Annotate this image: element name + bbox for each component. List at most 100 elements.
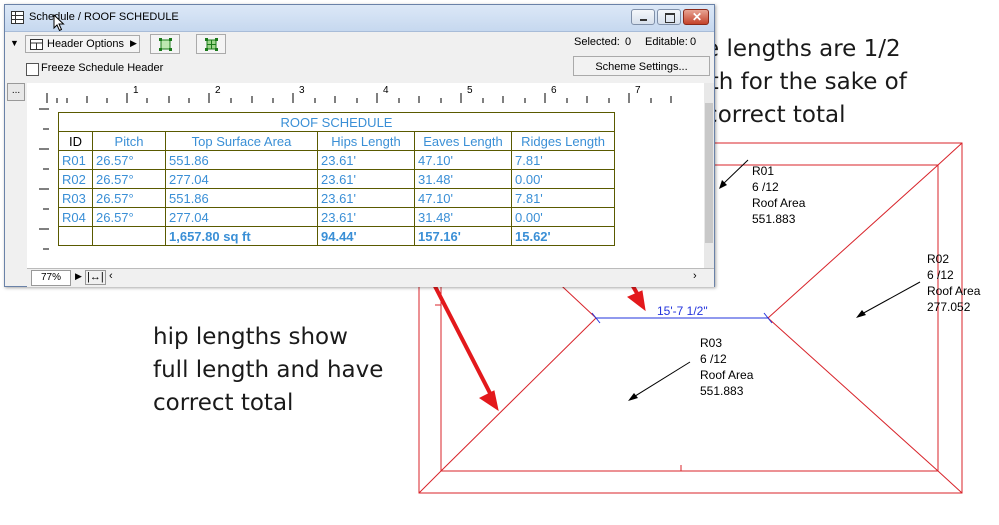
label-leader <box>721 159 749 186</box>
table-row[interactable]: R02 26.57° 277.04 23.61' 31.48' 0.00' <box>58 169 615 189</box>
cell-hips[interactable]: 23.61' <box>317 188 415 208</box>
column-header[interactable]: Ridges Length <box>511 131 615 151</box>
cell-ridges[interactable]: 7.81' <box>511 150 615 170</box>
cell-total-hips[interactable]: 94.44' <box>317 226 415 246</box>
ruler-number: 3 <box>299 85 305 96</box>
cell-id[interactable]: R04 <box>58 207 93 227</box>
roof-area-label: Roof Area <box>700 368 754 382</box>
header-options-dropdown[interactable]: Header Options ▶ <box>25 35 140 53</box>
selected-value: 0 <box>625 36 632 48</box>
table-row[interactable]: R01 26.57° 551.86 23.61' 47.10' 7.81' <box>58 150 615 170</box>
cell-eaves[interactable]: 47.10' <box>414 188 512 208</box>
cell-id[interactable]: R02 <box>58 169 93 189</box>
column-header[interactable]: Eaves Length <box>414 131 512 151</box>
close-icon: ✕ <box>692 10 703 24</box>
ruler-number: 2 <box>215 85 221 96</box>
roof-id: R03 <box>700 336 723 350</box>
freeze-header-checkbox[interactable] <box>26 63 39 76</box>
scheme-settings-label: Scheme Settings... <box>595 61 688 73</box>
ruler-number: 4 <box>383 85 389 96</box>
cell-pitch[interactable]: 26.57° <box>92 150 166 170</box>
cell-eaves[interactable]: 31.48' <box>414 169 512 189</box>
cell-ridges[interactable]: 0.00' <box>511 207 615 227</box>
cell-id[interactable]: R01 <box>58 150 93 170</box>
scheme-settings-button[interactable]: Scheme Settings... <box>573 56 710 76</box>
hip-annotation-line: full length and have <box>153 357 384 383</box>
fit-width-icon[interactable]: |↔| <box>85 270 106 285</box>
column-header[interactable]: Top Surface Area <box>165 131 318 151</box>
cell-total-ridges[interactable]: 15.62' <box>511 226 615 246</box>
zoom-field[interactable]: 77% <box>31 270 71 286</box>
corner-line <box>937 142 963 166</box>
cell-hips[interactable]: 23.61' <box>317 150 415 170</box>
vertical-ruler-ticks <box>39 108 49 250</box>
roof-label-r02: R02 6 /12 Roof Area 277.052 <box>927 251 980 315</box>
cell-id[interactable]: R03 <box>58 188 93 208</box>
cell-area[interactable]: 551.86 <box>165 188 318 208</box>
schedule-window[interactable]: Schedule / ROOF SCHEDULE ✕ ▼ Header Opti… <box>4 4 715 287</box>
vertical-ruler <box>27 103 50 268</box>
hip-annotation-line: hip lengths show <box>153 324 348 350</box>
zoom-menu-arrow-icon[interactable]: ▶ <box>75 271 82 282</box>
roof-pitch: 6 /12 <box>752 180 779 194</box>
cell-total-empty <box>58 226 93 246</box>
close-button[interactable]: ✕ <box>683 9 709 25</box>
ruler-corner-button[interactable]: ... <box>7 83 25 101</box>
select-all-button[interactable] <box>196 34 226 54</box>
roof-label-r01: R01 6 /12 Roof Area 551.883 <box>752 163 805 227</box>
column-header[interactable]: ID <box>58 131 93 151</box>
horizontal-ruler: 1 2 3 4 5 6 7 <box>27 83 709 104</box>
select-cell-icon <box>159 38 172 51</box>
cell-area[interactable]: 277.04 <box>165 169 318 189</box>
cell-total-area[interactable]: 1,657.80 sq ft <box>165 226 318 246</box>
column-header[interactable]: Hips Length <box>317 131 415 151</box>
vertical-scroll-thumb[interactable] <box>705 103 713 243</box>
cell-eaves[interactable]: 31.48' <box>414 207 512 227</box>
table-row[interactable]: R03 26.57° 551.86 23.61' 47.10' 7.81' <box>58 188 615 208</box>
cell-ridges[interactable]: 0.00' <box>511 169 615 189</box>
toolbar-menu-arrow-icon[interactable]: ▼ <box>10 38 19 48</box>
zoom-value: 77% <box>40 272 61 283</box>
cell-area[interactable]: 277.04 <box>165 207 318 227</box>
maximize-icon <box>665 13 675 23</box>
totals-row[interactable]: 1,657.80 sq ft 94.44' 157.16' 15.62' <box>58 226 615 246</box>
maximize-button[interactable] <box>657 9 681 25</box>
select-all-icon <box>205 38 218 51</box>
ruler-number: 5 <box>467 85 473 96</box>
cell-pitch[interactable]: 26.57° <box>92 188 166 208</box>
ridge-dimension-text: 15'-7 1/2" <box>657 304 708 318</box>
ruler-more-label: ... <box>11 85 21 96</box>
editable-value: 0 <box>690 36 697 48</box>
column-header[interactable]: Pitch <box>92 131 166 151</box>
hip-annotation: hip lengths show full length and have co… <box>153 321 383 420</box>
select-cell-button[interactable] <box>150 34 180 54</box>
hip-annotation-line: correct total <box>153 390 294 416</box>
roof-id: R01 <box>752 164 775 178</box>
cell-pitch[interactable]: 26.57° <box>92 169 166 189</box>
cell-eaves[interactable]: 47.10' <box>414 150 512 170</box>
roof-area-value: 551.883 <box>752 212 796 226</box>
roof-pitch: 6 /12 <box>700 352 727 366</box>
minimize-icon <box>640 19 647 21</box>
cell-total-eaves[interactable]: 157.16' <box>414 226 512 246</box>
cell-hips[interactable]: 23.61' <box>317 207 415 227</box>
roof-area-label: Roof Area <box>752 196 806 210</box>
cell-ridges[interactable]: 7.81' <box>511 188 615 208</box>
roof-pitch: 6 /12 <box>927 268 954 282</box>
minimize-button[interactable] <box>631 9 655 25</box>
cell-area[interactable]: 551.86 <box>165 150 318 170</box>
cell-hips[interactable]: 23.61' <box>317 169 415 189</box>
corner-line <box>418 470 442 494</box>
schedule-content[interactable]: ROOF SCHEDULE ID Pitch Top Surface Area … <box>49 103 704 268</box>
cell-pitch[interactable]: 26.57° <box>92 207 166 227</box>
editable-label: Editable: <box>645 36 688 48</box>
status-bar: 77% ▶ |↔| ‹ › <box>27 268 714 287</box>
label-leader <box>859 281 921 316</box>
title-bar[interactable]: Schedule / ROOF SCHEDULE ✕ <box>5 5 714 32</box>
vertical-scrollbar[interactable] <box>704 83 714 268</box>
scroll-left-icon[interactable]: ‹ <box>109 270 113 282</box>
label-leader-head <box>628 393 638 401</box>
scroll-right-icon[interactable]: › <box>693 270 697 282</box>
schedule-icon <box>11 11 24 24</box>
table-row[interactable]: R04 26.57° 277.04 23.61' 31.48' 0.00' <box>58 207 615 227</box>
